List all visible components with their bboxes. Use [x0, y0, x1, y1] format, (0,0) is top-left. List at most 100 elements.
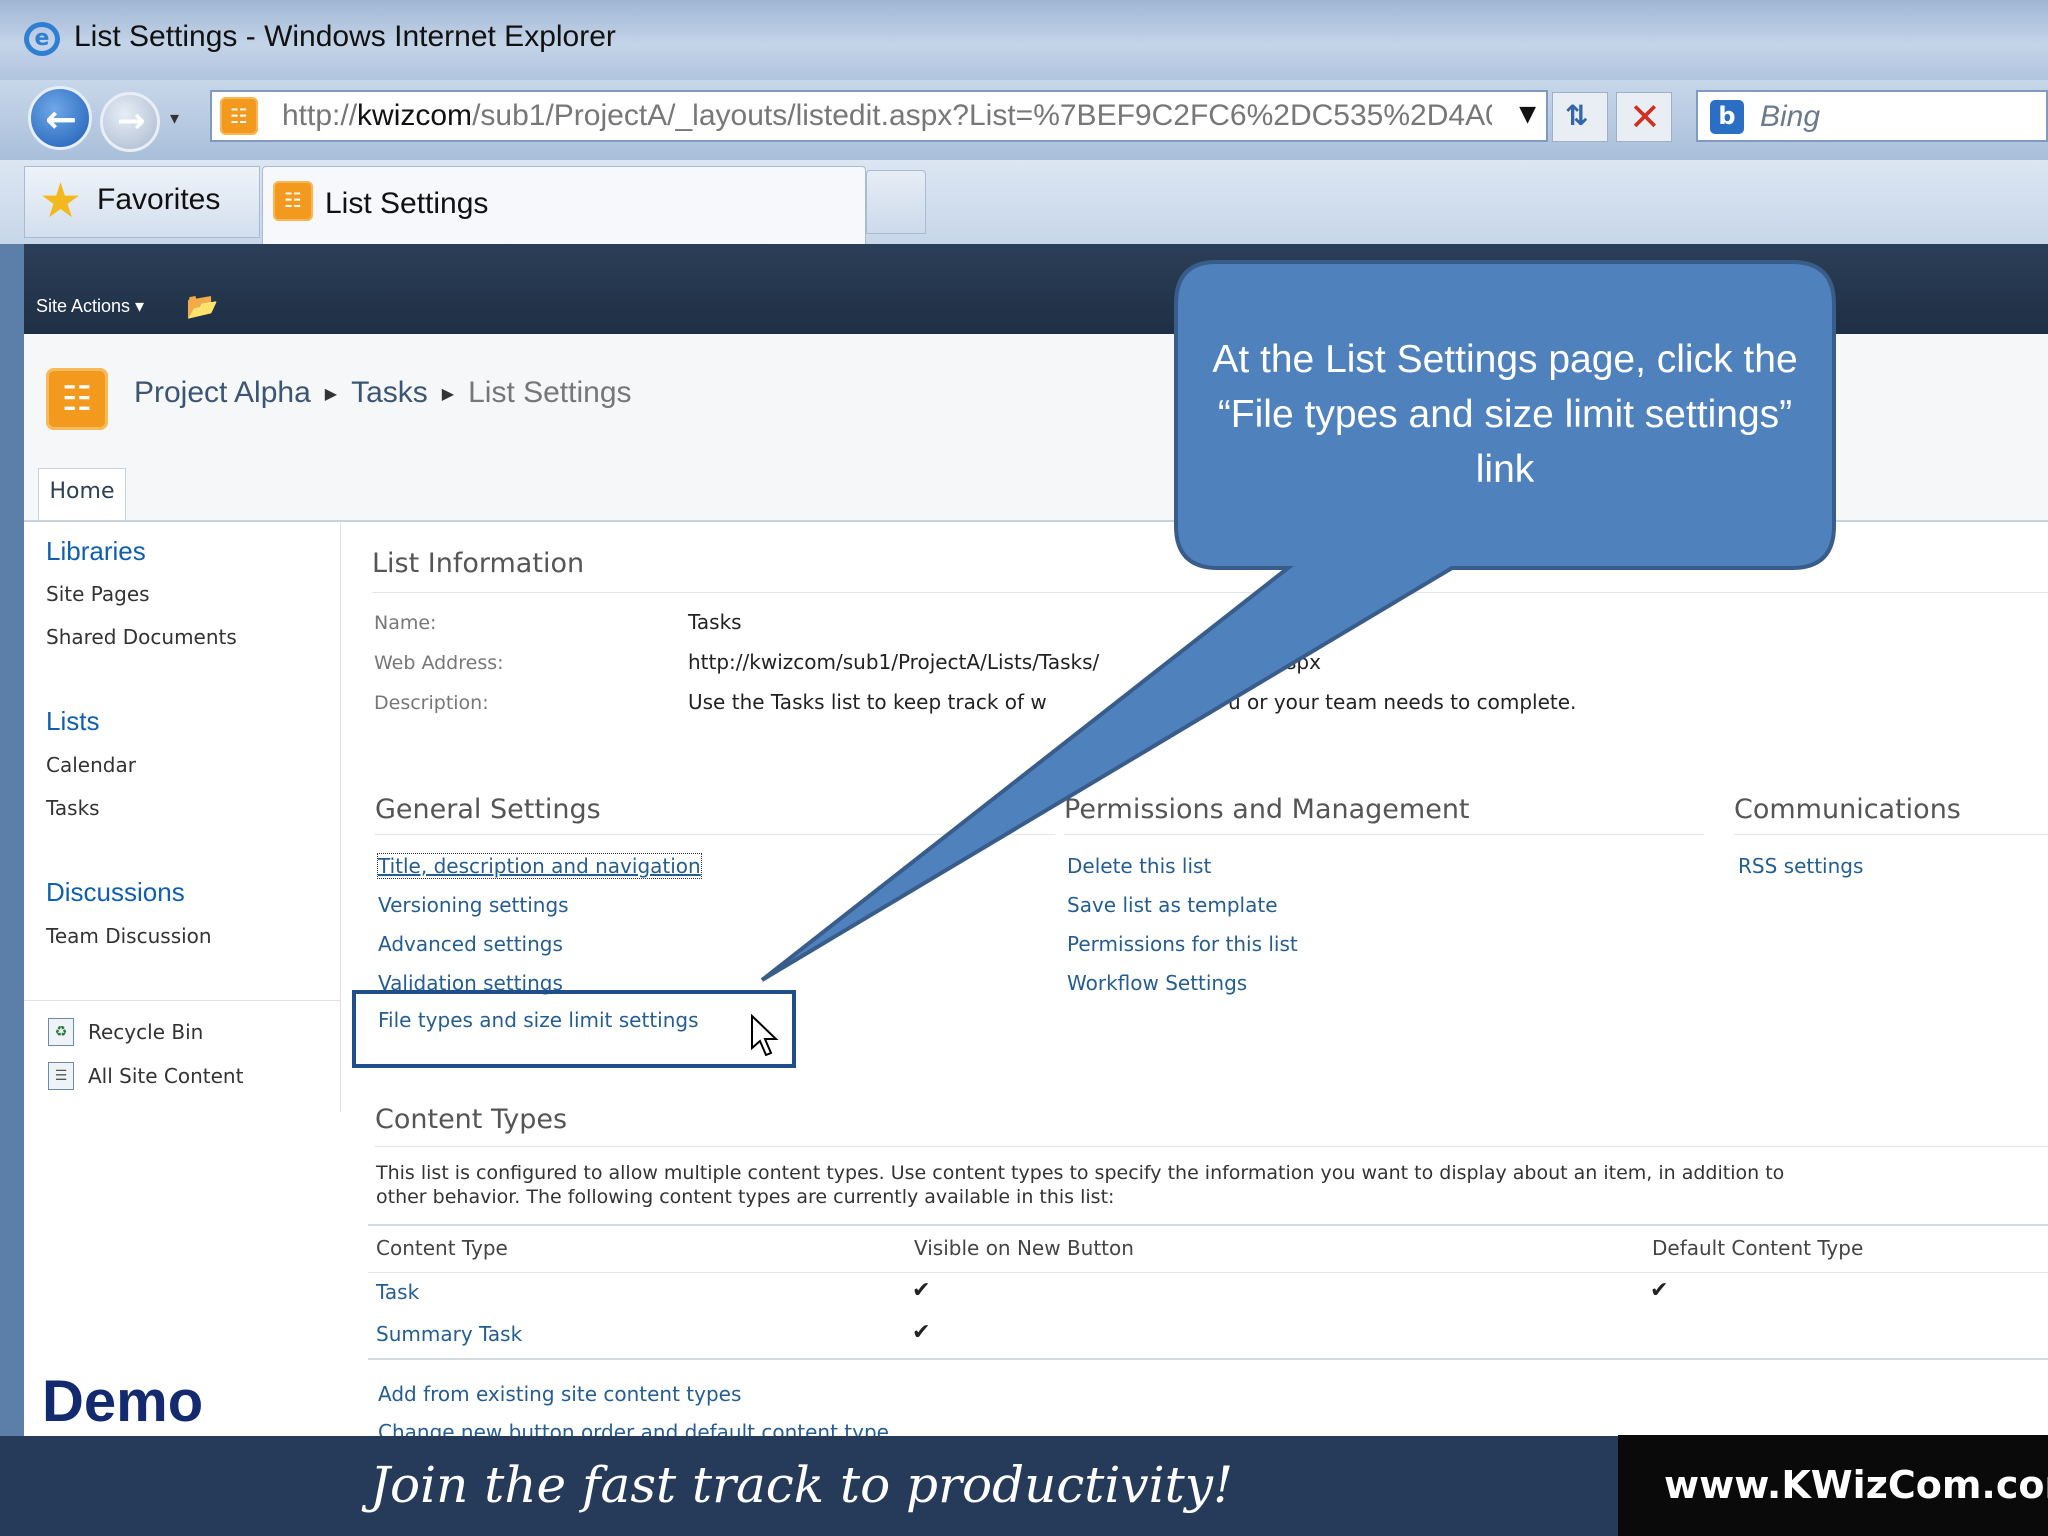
divider [1064, 834, 1704, 835]
address-bar[interactable]: http://kwizcom/sub1/ProjectA/_layouts/li… [210, 90, 1548, 142]
description-label: Description: [374, 692, 489, 714]
breadcrumb-list-link[interactable]: Tasks [351, 376, 428, 409]
ql-item-tasks[interactable]: Tasks [46, 796, 100, 820]
link-add-existing-content-types[interactable]: Add from existing site content types [378, 1382, 741, 1406]
column-header-content-type: Content Type [376, 1236, 508, 1260]
web-address-value: http://kwizcom/sub1/ProjectA/Lists/Tasks… [688, 650, 1100, 674]
footer-url-box: www.KWizCom.com [1618, 1435, 2048, 1536]
search-input[interactable]: b Bing [1696, 90, 2048, 142]
link-permissions-for-this-list[interactable]: Permissions for this list [1067, 932, 1298, 956]
general-settings-heading: General Settings [375, 794, 601, 825]
ql-item-recycle-bin[interactable]: Recycle Bin [88, 1020, 203, 1044]
content-types-intro-line2: other behavior. The following content ty… [376, 1186, 1115, 1208]
mouse-pointer-icon [751, 1014, 779, 1057]
site-logo-icon [46, 368, 108, 430]
highlight-box [352, 990, 796, 1068]
ql-heading-discussions[interactable]: Discussions [46, 877, 185, 908]
content-types-intro-line1: This list is configured to allow multipl… [376, 1162, 1785, 1184]
check-icon: ✔ [912, 1320, 931, 1345]
forward-button[interactable]: → [100, 92, 160, 152]
name-value: Tasks [688, 610, 742, 634]
web-address-label: Web Address: [374, 652, 504, 674]
site-actions-menu[interactable]: Site Actions ▾ [36, 296, 144, 317]
tab-list-settings[interactable]: List Settings [262, 166, 866, 244]
link-save-list-as-template[interactable]: Save list as template [1067, 893, 1278, 917]
link-rss-settings[interactable]: RSS settings [1738, 854, 1863, 878]
footer-url: www.KWizCom.com [1664, 1463, 2048, 1507]
breadcrumb-separator-icon: ▶ [324, 386, 338, 404]
stop-button[interactable]: ✕ [1616, 92, 1672, 142]
tab-label: List Settings [325, 187, 489, 220]
address-url[interactable]: http://kwizcom/sub1/ProjectA/_layouts/li… [282, 99, 1492, 133]
new-tab-button[interactable] [866, 170, 926, 234]
divider [375, 834, 1055, 835]
permissions-heading: Permissions and Management [1064, 794, 1470, 825]
navigate-up-icon[interactable]: 📂 [186, 292, 218, 322]
callout-text: At the List Settings page, click the “Fi… [1212, 338, 1798, 491]
breadcrumb: Project Alpha ▶ Tasks ▶ List Settings [134, 376, 632, 410]
forward-arrow-icon: → [117, 101, 146, 141]
link-delete-this-list[interactable]: Delete this list [1067, 854, 1211, 878]
sharepoint-ribbon: Site Actions ▾ 📂 [24, 244, 2048, 334]
tagline: Join the fast track to productivity! [370, 1456, 1234, 1514]
ql-divider [24, 1000, 340, 1001]
ql-heading-libraries[interactable]: Libraries [46, 536, 146, 567]
window-title: List Settings - Windows Internet Explore… [74, 20, 616, 53]
link-advanced-settings[interactable]: Advanced settings [378, 932, 563, 956]
internet-explorer-icon: e [24, 22, 60, 56]
check-icon: ✔ [912, 1278, 931, 1303]
favorites-label: Favorites [97, 183, 221, 216]
table-row-task-link[interactable]: Task [376, 1280, 419, 1304]
clipped-link-container: Change new button order and default cont… [370, 1420, 1070, 1436]
web-address-value-tail: spx [1286, 650, 1321, 674]
refresh-icon: ⇅ [1565, 99, 1589, 132]
address-url-domain: kwizcom [357, 99, 473, 132]
ql-item-site-pages[interactable]: Site Pages [46, 582, 150, 606]
ql-item-shared-documents[interactable]: Shared Documents [46, 625, 237, 649]
link-change-new-button-order[interactable]: Change new button order and default cont… [378, 1420, 889, 1436]
breadcrumb-separator-icon: ▶ [441, 386, 455, 404]
description-value: Use the Tasks list to keep track of w [688, 690, 1047, 714]
ql-item-all-site-content[interactable]: All Site Content [88, 1064, 243, 1088]
tab-home[interactable]: Home [38, 468, 126, 520]
demo-label: Demo [42, 1369, 204, 1434]
communications-heading: Communications [1734, 794, 1961, 825]
divider [372, 592, 2048, 593]
footer-band: Join the fast track to productivity! www… [0, 1435, 2048, 1536]
content-types-heading: Content Types [375, 1104, 568, 1135]
back-button[interactable]: ← [28, 86, 92, 150]
history-dropdown-icon[interactable]: ▾ [170, 108, 179, 129]
ql-heading-lists[interactable]: Lists [46, 706, 99, 737]
chevron-down-icon[interactable]: ▼ [1519, 102, 1536, 127]
list-information-heading: List Information [372, 548, 585, 579]
column-header-default-content-type: Default Content Type [1652, 1236, 1864, 1260]
window-border [0, 244, 24, 1436]
content-types-table-header: Content Type Visible on New Button Defau… [368, 1224, 2048, 1273]
sharepoint-site-icon [220, 97, 258, 135]
link-workflow-settings[interactable]: Workflow Settings [1067, 971, 1247, 995]
breadcrumb-site-link[interactable]: Project Alpha [134, 376, 311, 409]
description-value-tail: u or your team needs to complete. [1228, 690, 1577, 714]
link-versioning-settings[interactable]: Versioning settings [378, 893, 569, 917]
table-row-summary-task-link[interactable]: Summary Task [376, 1322, 522, 1346]
divider [375, 1146, 2048, 1147]
close-icon: ✕ [1629, 95, 1661, 139]
link-title-description-navigation[interactable]: Title, description and navigation [377, 853, 702, 879]
ql-item-team-discussion[interactable]: Team Discussion [46, 924, 212, 948]
column-header-visible-on-new-button: Visible on New Button [914, 1236, 1134, 1260]
bing-icon: b [1710, 100, 1744, 134]
favorites-button[interactable]: ★ Favorites [24, 166, 260, 238]
quick-launch: Libraries Site Pages Shared Documents Li… [24, 522, 341, 1112]
recycle-bin-icon: ♻ [48, 1018, 74, 1046]
search-placeholder: Bing [1760, 100, 1821, 133]
divider [1734, 834, 2048, 835]
refresh-button[interactable]: ⇅ [1552, 92, 1608, 142]
window-titlebar: e List Settings - Windows Internet Explo… [0, 0, 2048, 80]
breadcrumb-current: List Settings [468, 376, 632, 409]
address-url-prefix: http:// [282, 99, 358, 132]
sharepoint-tab-icon [273, 181, 313, 221]
divider [368, 1358, 2048, 1360]
star-icon: ★ [39, 173, 83, 229]
ql-item-calendar[interactable]: Calendar [46, 753, 136, 777]
check-icon: ✔ [1650, 1278, 1669, 1303]
